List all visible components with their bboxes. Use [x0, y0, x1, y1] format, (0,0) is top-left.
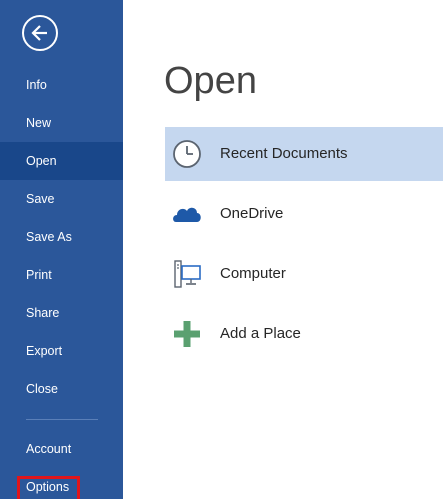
open-pane: Open Recent Documents OneDrive Computer	[123, 0, 445, 499]
location-label: OneDrive	[220, 205, 284, 222]
location-label: Computer	[220, 265, 286, 282]
location-recent-documents[interactable]: Recent Documents	[165, 127, 443, 181]
computer-icon	[174, 260, 201, 288]
page-title: Open	[164, 60, 257, 102]
nav-print[interactable]: Print	[0, 256, 123, 294]
clock-icon	[173, 140, 201, 168]
back-button[interactable]	[22, 15, 58, 51]
backstage-sidebar: Info New Open Save Save As Print Share E…	[0, 0, 123, 499]
nav-account[interactable]: Account	[0, 430, 123, 468]
location-label: Recent Documents	[220, 145, 348, 162]
nav-close[interactable]: Close	[0, 370, 123, 408]
nav-save[interactable]: Save	[0, 180, 123, 218]
plus-icon	[174, 321, 200, 347]
location-onedrive[interactable]: OneDrive	[165, 187, 443, 241]
nav-info[interactable]: Info	[0, 66, 123, 104]
nav-save-as[interactable]: Save As	[0, 218, 123, 256]
nav-open[interactable]: Open	[0, 142, 123, 180]
nav-share[interactable]: Share	[0, 294, 123, 332]
location-label: Add a Place	[220, 325, 301, 342]
nav-new[interactable]: New	[0, 104, 123, 142]
location-add-a-place[interactable]: Add a Place	[165, 307, 443, 361]
cloud-icon	[173, 207, 201, 222]
options-highlight-box	[17, 476, 80, 499]
back-arrow-icon	[31, 25, 47, 41]
location-computer[interactable]: Computer	[165, 247, 443, 301]
nav-export[interactable]: Export	[0, 332, 123, 370]
nav-divider	[26, 419, 98, 420]
